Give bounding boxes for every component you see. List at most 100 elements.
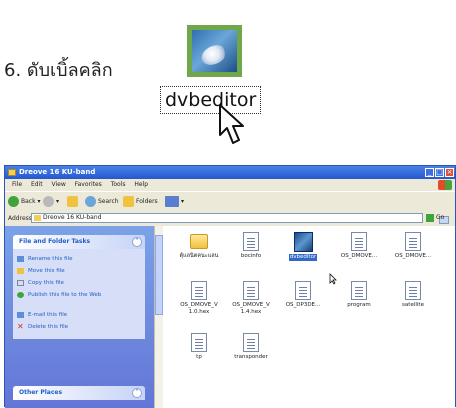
address-input[interactable]: Dreove 16 KU-band <box>31 213 449 224</box>
rename-icon <box>17 256 24 262</box>
back-button[interactable]: Back ▾ <box>8 196 41 208</box>
scrollbar-thumb[interactable] <box>155 235 163 315</box>
document-icon <box>405 232 421 251</box>
file-item[interactable]: OS_DMOVE... <box>385 232 441 260</box>
windows-logo-icon <box>438 180 452 190</box>
menu-tools[interactable]: Tools <box>111 181 126 188</box>
document-icon <box>351 281 367 300</box>
address-value: Dreove 16 KU-band <box>43 214 102 221</box>
go-label: Go <box>436 214 445 221</box>
file-item[interactable]: OS_DMOVE_V 1.0.hex <box>171 281 227 316</box>
task-label: Copy this file <box>28 280 64 286</box>
collapse-chevron-icon[interactable]: ˄ <box>132 237 142 247</box>
back-arrow-icon <box>8 196 19 207</box>
task-pane: File and Folder Tasks ˄ Rename this file… <box>5 226 161 408</box>
task-label: Delete this file <box>28 324 68 330</box>
up-folder-button[interactable] <box>67 196 80 208</box>
file-item[interactable]: OS_DMOVE... <box>331 232 387 260</box>
minimize-button[interactable]: _ <box>425 168 434 177</box>
file-label: tp <box>196 354 202 360</box>
menu-file[interactable]: File <box>12 181 22 188</box>
search-icon <box>85 196 96 207</box>
document-icon <box>351 232 367 251</box>
task-label: Move this file <box>28 268 65 274</box>
step-caption: 6. ดับเบิ้ลคลิก <box>4 60 113 81</box>
folder-icon <box>8 169 16 176</box>
collapse-chevron-icon[interactable]: ˄ <box>132 388 142 398</box>
dvbeditor-large-icon[interactable] <box>187 25 242 77</box>
toolbar: Back ▾ ▾ Search Folders ▾ <box>5 191 455 213</box>
file-label: ตุ้แลนิตคนะแลน <box>179 253 219 259</box>
task-label: Publish this file to the Web <box>28 292 102 298</box>
file-label: dvbeditor <box>288 254 318 261</box>
menu-edit[interactable]: Edit <box>31 181 43 188</box>
panel-title: Other Places <box>19 389 63 396</box>
file-label: OS_DMOVE... <box>394 253 432 259</box>
file-item[interactable]: tp <box>171 333 227 361</box>
file-label: satellite <box>402 302 424 308</box>
menu-favorites[interactable]: Favorites <box>75 181 102 188</box>
task-pane-scrollbar[interactable] <box>154 226 163 408</box>
copy-icon <box>17 280 24 286</box>
document-icon <box>243 333 259 352</box>
forward-arrow-icon <box>43 196 54 207</box>
forward-button[interactable]: ▾ <box>43 196 59 208</box>
task-publish[interactable]: Publish this file to the Web <box>13 289 145 309</box>
views-button[interactable]: ▾ <box>165 196 184 208</box>
task-delete[interactable]: ✕ Delete this file <box>13 321 145 333</box>
folders-button[interactable]: Folders <box>123 196 158 208</box>
document-icon <box>191 281 207 300</box>
file-folder-tasks-panel: File and Folder Tasks ˄ Rename this file… <box>13 235 145 339</box>
email-icon <box>17 312 24 318</box>
task-email[interactable]: E-mail this file <box>13 309 145 321</box>
panel-title: File and Folder Tasks <box>19 238 91 245</box>
document-icon <box>191 333 207 352</box>
menu-view[interactable]: View <box>52 181 66 188</box>
file-item[interactable]: OS_DMOVE_V 1.4.hex <box>223 281 279 316</box>
file-item[interactable]: program <box>331 281 387 309</box>
back-label: Back <box>21 198 36 205</box>
address-bar: Address Dreove 16 KU-band Go <box>5 212 455 225</box>
file-label: OS_DMOVE... <box>340 253 378 259</box>
document-icon <box>295 281 311 300</box>
up-folder-icon <box>67 196 78 207</box>
folder-icon <box>34 215 41 221</box>
menu-help[interactable]: Help <box>134 181 148 188</box>
file-item[interactable]: OS_DP3DE... <box>275 281 331 309</box>
file-label: transponder <box>234 354 268 360</box>
file-label: OS_DMOVE_V 1.4.hex <box>232 302 270 315</box>
other-places-header[interactable]: Other Places ˄ <box>13 386 145 400</box>
maximize-button[interactable]: □ <box>435 168 444 177</box>
folders-icon <box>123 196 134 207</box>
other-places-panel: Other Places ˄ <box>13 386 145 400</box>
file-item[interactable]: bocinfo <box>223 232 279 260</box>
small-mouse-pointer-icon <box>329 273 337 285</box>
search-button[interactable]: Search <box>85 196 119 208</box>
views-icon <box>165 196 179 207</box>
file-label: program <box>347 302 371 308</box>
file-item[interactable]: satellite <box>385 281 441 309</box>
document-icon <box>243 281 259 300</box>
file-item-dvbeditor[interactable]: dvbeditor <box>275 232 331 261</box>
task-copy[interactable]: Copy this file <box>13 277 145 289</box>
publish-web-icon <box>17 292 24 298</box>
task-move[interactable]: Move this file <box>13 265 145 277</box>
document-icon <box>243 232 259 251</box>
folders-label: Folders <box>136 198 158 205</box>
mouse-pointer-icon <box>219 104 244 144</box>
file-label: bocinfo <box>240 253 262 259</box>
dvbeditor-icon <box>293 232 313 252</box>
explorer-window: Dreove 16 KU-band _ □ × File Edit View F… <box>4 165 456 408</box>
close-button[interactable]: × <box>445 168 454 177</box>
folder-icon <box>190 234 208 249</box>
file-item[interactable]: ตุ้แลนิตคนะแลน <box>171 232 227 260</box>
task-label: E-mail this file <box>28 312 68 318</box>
file-label: OS_DP3DE... <box>285 302 321 308</box>
go-button[interactable]: Go <box>426 213 450 223</box>
task-rename[interactable]: Rename this file <box>13 253 145 265</box>
menu-bar: File Edit View Favorites Tools Help <box>5 179 455 191</box>
file-item[interactable]: transponder <box>223 333 279 361</box>
file-folder-tasks-header[interactable]: File and Folder Tasks ˄ <box>13 235 145 249</box>
window-titlebar: Dreove 16 KU-band _ □ × <box>5 166 455 179</box>
move-icon <box>17 268 24 274</box>
